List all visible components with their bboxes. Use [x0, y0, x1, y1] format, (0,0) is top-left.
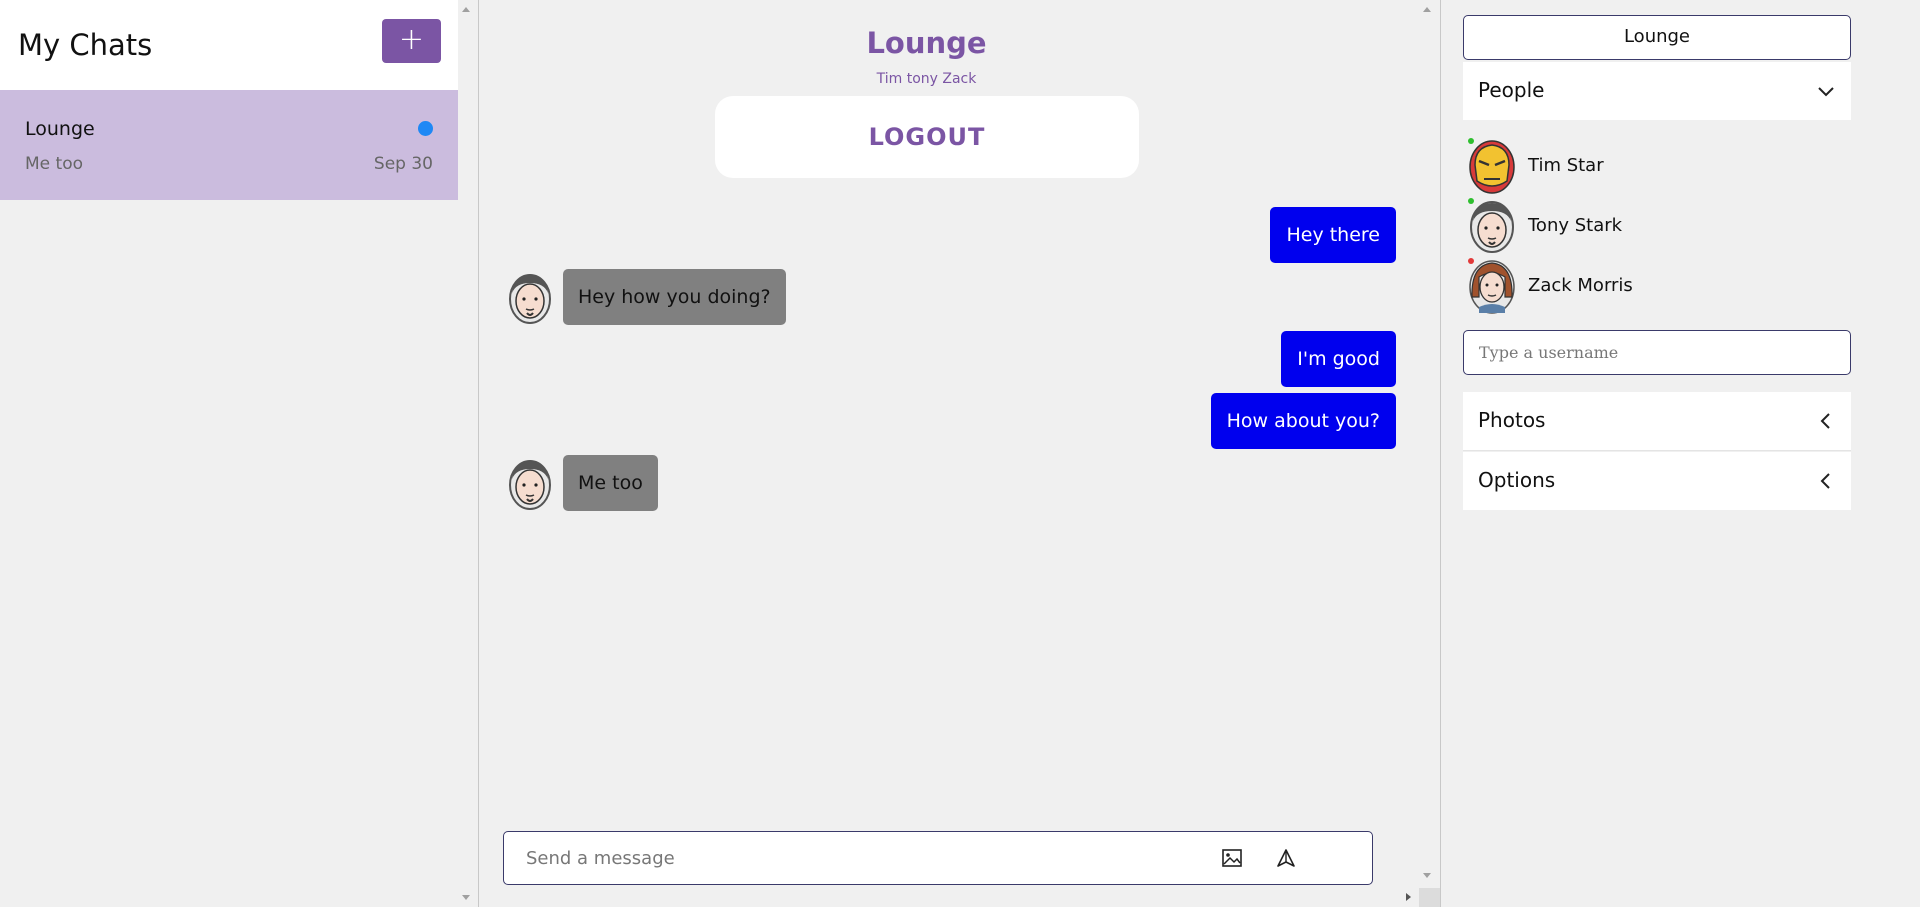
message-bubble-theirs: Hey how you doing? [563, 269, 786, 325]
chat-list-item-lounge[interactable]: Lounge Me too Sep 30 [0, 90, 458, 200]
people-label: People [1478, 78, 1545, 102]
chat-date: Sep 30 [373, 154, 433, 174]
zack-morris-avatar [1469, 260, 1515, 314]
tony-stark-avatar [1470, 201, 1514, 253]
message-bubble-mine: How about you? [1210, 393, 1396, 449]
room-members: Tim tony Zack [876, 71, 977, 87]
chat-list-title: My Chats [18, 28, 153, 62]
chat-list-header: My Chats + [0, 0, 458, 90]
online-status-dot [1468, 198, 1474, 204]
person-name: Zack Morris [1528, 275, 1633, 296]
chat-list-scrollbar[interactable] [458, 0, 475, 907]
section-divider [1463, 450, 1851, 451]
image-icon[interactable] [1222, 849, 1242, 867]
people-section-header[interactable]: People [1463, 62, 1851, 120]
chat-feed-panel: Lounge Tim tony Zack LOGOUT Hey there He… [479, 0, 1440, 907]
scrollbar-corner [1419, 888, 1440, 907]
scroll-up-arrow-icon[interactable] [1423, 7, 1431, 12]
online-status-dot [1468, 138, 1474, 144]
offline-status-dot [1468, 258, 1474, 264]
iron-man-avatar [1469, 140, 1515, 194]
chat-list-panel: My Chats + Lounge Me too Sep 30 [0, 0, 458, 907]
chevron-down-icon [1818, 87, 1834, 97]
logout-button[interactable]: LOGOUT [715, 96, 1139, 178]
message-composer [503, 831, 1373, 885]
photos-label: Photos [1478, 408, 1546, 432]
username-input[interactable] [1463, 330, 1851, 375]
scroll-down-arrow-icon[interactable] [462, 895, 470, 900]
message-bubble-theirs: Me too [563, 455, 658, 511]
photos-section-header[interactable]: Photos [1463, 392, 1851, 450]
chat-details-panel: Lounge People Tim Star Tony Stark Zack M… [1441, 0, 1920, 907]
send-icon[interactable] [1276, 848, 1296, 868]
scroll-up-arrow-icon[interactable] [462, 7, 470, 12]
person-name: Tony Stark [1528, 215, 1623, 236]
person-name: Tim Star [1528, 155, 1604, 176]
chevron-left-icon [1820, 413, 1830, 429]
message-input[interactable] [526, 844, 1166, 872]
message-bubble-mine: Hey there [1270, 207, 1396, 263]
chat-last-message: Me too [25, 154, 83, 174]
unread-indicator [418, 121, 433, 136]
options-section-header[interactable]: Options [1463, 452, 1851, 510]
room-title: Lounge [866, 26, 987, 60]
tony-stark-avatar [509, 460, 551, 510]
chat-name: Lounge [25, 118, 95, 140]
new-chat-button[interactable]: + [382, 19, 441, 63]
tony-stark-avatar [509, 274, 551, 324]
message-bubble-mine: I'm good [1281, 331, 1396, 387]
scroll-right-arrow-icon[interactable] [1406, 893, 1411, 901]
chat-feed-scrollbar[interactable] [1419, 0, 1436, 888]
chevron-left-icon [1820, 473, 1830, 489]
room-name-field[interactable]: Lounge [1463, 15, 1851, 60]
scroll-down-arrow-icon[interactable] [1423, 873, 1431, 878]
options-label: Options [1478, 468, 1556, 492]
